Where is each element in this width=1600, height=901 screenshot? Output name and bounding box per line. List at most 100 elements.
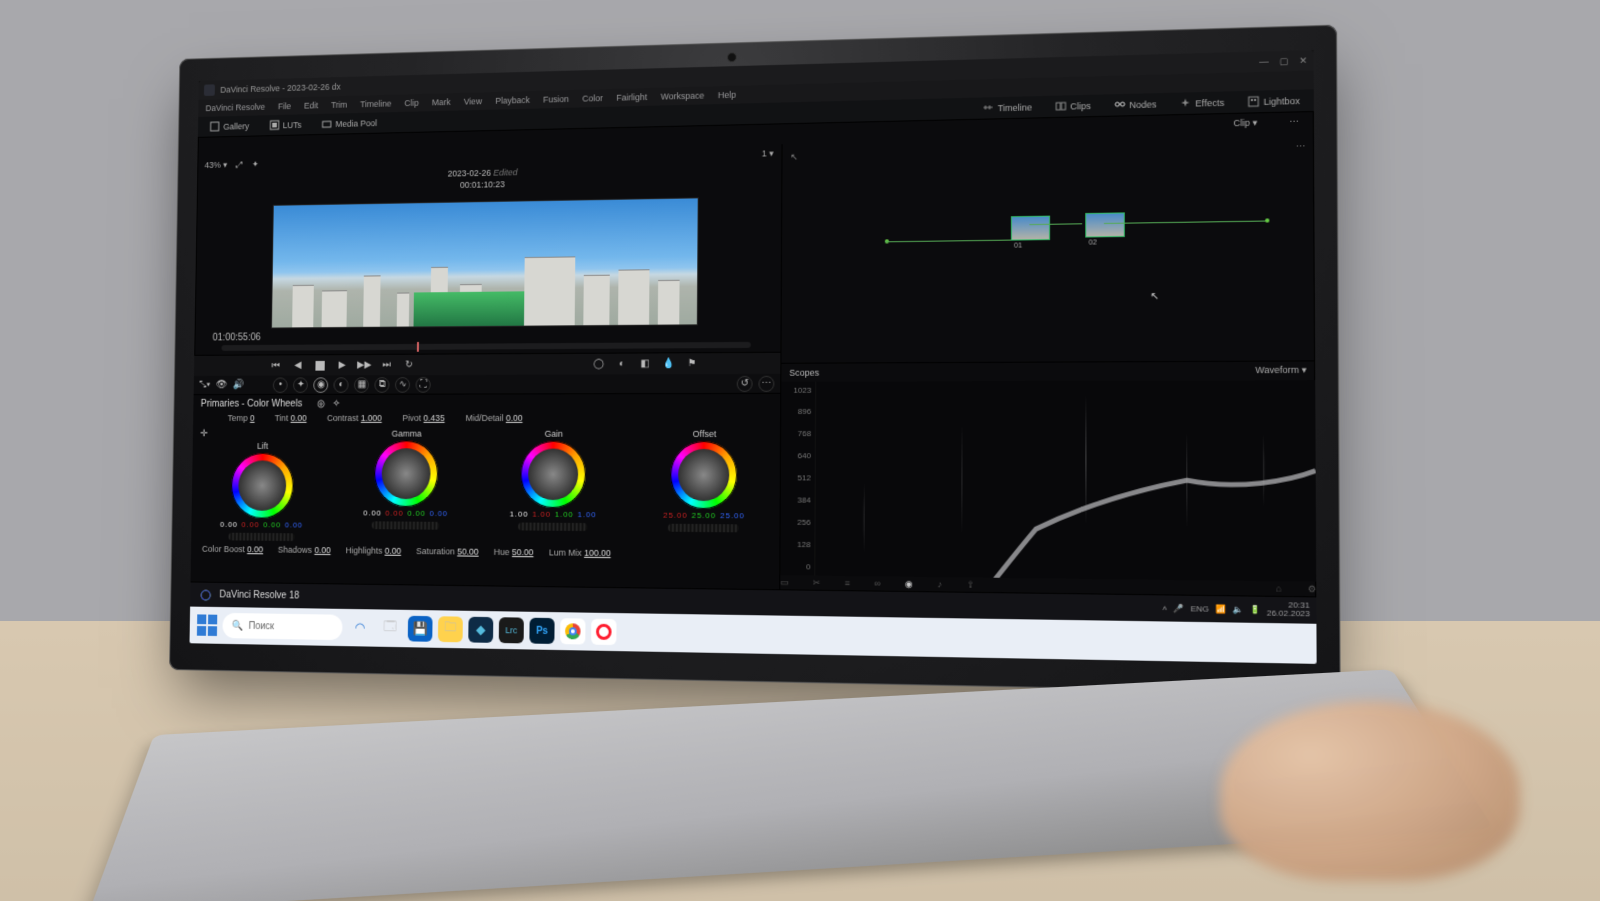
home-icon[interactable]: ⌂ — [1276, 583, 1282, 594]
tray-chevron-icon[interactable]: ˄ — [1162, 603, 1167, 612]
menu-item[interactable]: DaVinci Resolve — [205, 102, 265, 113]
target-icon[interactable]: ✛ — [200, 429, 208, 440]
page-cut-icon[interactable]: ✂ — [813, 577, 821, 588]
eye-icon[interactable]: 👁 — [216, 380, 228, 391]
page-edit-icon[interactable]: ≡ — [845, 578, 850, 588]
maximize-icon[interactable]: ▢ — [1279, 55, 1288, 67]
mode-dot[interactable]: ⧉ — [375, 377, 390, 393]
zoom-level[interactable]: 43% ▾ — [205, 159, 228, 170]
minimize-icon[interactable]: — — [1259, 56, 1269, 68]
color-wheel[interactable] — [671, 441, 738, 509]
taskbar-search[interactable]: 🔍 Поиск — [222, 613, 342, 640]
play-icon[interactable]: ▶ — [335, 358, 348, 372]
opera-icon[interactable] — [591, 619, 616, 645]
tab-nodes[interactable]: Nodes — [1107, 95, 1164, 114]
picker-icon[interactable]: ⤡▾ — [199, 380, 210, 391]
file-explorer-icon[interactable]: 🗀 — [438, 616, 463, 642]
step-fwd-icon[interactable]: ▶▶ — [358, 358, 371, 372]
tool-split-icon[interactable]: ◐ — [615, 357, 629, 371]
node[interactable] — [1011, 216, 1050, 241]
jog-wheel[interactable] — [518, 523, 587, 532]
volume-icon[interactable]: 🔈 — [1232, 604, 1243, 614]
wheel-mode-icon[interactable]: ✧ — [332, 399, 340, 410]
last-frame-icon[interactable]: ⏭ — [380, 358, 393, 372]
mode-dot[interactable]: ✦ — [293, 377, 308, 392]
color-wheel[interactable] — [230, 453, 293, 519]
wheel-values[interactable]: 25.0025.0025.00 — [663, 511, 745, 521]
color-wheel[interactable] — [520, 441, 586, 509]
lummix-param[interactable]: Lum Mix 100.00 — [549, 548, 611, 559]
app-icon[interactable]: 🗔 — [378, 615, 403, 641]
lang-indicator[interactable]: ENG — [1191, 604, 1209, 614]
page-fusion-icon[interactable]: ∞ — [874, 578, 881, 588]
pivot-param[interactable]: Pivot 0.435 — [402, 413, 444, 423]
app-icon[interactable]: 💾 — [408, 616, 433, 642]
tint-param[interactable]: Tint 0.00 — [275, 413, 307, 423]
menu-item[interactable]: Playback — [495, 95, 530, 106]
saturation-param[interactable]: Saturation 50.00 — [416, 546, 479, 556]
node-graph[interactable]: ↖ — [781, 160, 1315, 364]
menu-item[interactable]: Color — [582, 93, 603, 103]
step-back-icon[interactable]: ◀ — [291, 359, 304, 373]
clip-index[interactable]: 1 ▾ — [762, 148, 774, 159]
menu-item[interactable]: Fairlight — [616, 92, 647, 103]
stop-icon[interactable] — [313, 359, 326, 373]
colorboost-param[interactable]: Color Boost 0.00 — [202, 544, 263, 554]
menu-item[interactable]: Fusion — [543, 94, 569, 104]
photoshop-icon[interactable]: Ps — [529, 618, 554, 644]
tab-luts[interactable]: LUTs — [263, 116, 308, 133]
mode-dot[interactable]: ⛶ — [416, 377, 431, 393]
close-icon[interactable]: ✕ — [1299, 55, 1307, 67]
menu-item[interactable]: Edit — [304, 101, 318, 111]
wheel-values[interactable]: 0.000.000.000.00 — [363, 509, 448, 518]
mode-dot[interactable]: ◉ — [314, 377, 329, 393]
page-color-icon[interactable]: ◉ — [905, 578, 913, 589]
options-icon[interactable]: ⋯ — [759, 375, 775, 391]
node[interactable] — [1086, 213, 1126, 238]
tab-effects[interactable]: Effects — [1172, 93, 1231, 112]
more-icon[interactable]: ⋯ — [1289, 116, 1299, 128]
tab-media-pool[interactable]: Media Pool — [315, 114, 384, 132]
contrast-param[interactable]: Contrast 1.000 — [327, 413, 382, 423]
lightroom-icon[interactable]: Lrc — [499, 617, 524, 643]
tool-flag-icon[interactable]: ⚑ — [685, 357, 699, 371]
menu-item[interactable]: View — [464, 96, 482, 106]
tab-timeline[interactable]: Timeline — [975, 98, 1039, 117]
clip-menu[interactable]: Clip ▾ — [1233, 117, 1257, 129]
menu-item[interactable]: Trim — [331, 100, 347, 110]
page-deliver-icon[interactable]: ⇪ — [967, 579, 975, 590]
hue-param[interactable]: Hue 50.00 — [494, 547, 534, 557]
mode-dot[interactable]: • — [273, 377, 288, 392]
battery-icon[interactable]: 🔋 — [1250, 604, 1261, 614]
wand-icon[interactable]: ✦ — [252, 159, 259, 170]
mode-dot[interactable]: ▦ — [354, 377, 369, 393]
menu-item[interactable]: Help — [718, 90, 736, 100]
app-icon[interactable]: ◠ — [348, 615, 373, 641]
menu-item[interactable]: Mark — [432, 97, 451, 107]
tab-lightbox[interactable]: Lightbox — [1240, 91, 1307, 110]
picker-icon[interactable]: ⤢ — [236, 159, 243, 170]
jog-wheel[interactable] — [228, 533, 294, 541]
loop-icon[interactable]: ↻ — [402, 358, 415, 372]
app-icon[interactable]: ◆ — [468, 617, 493, 643]
tool-wipe-icon[interactable]: ◧ — [638, 357, 652, 371]
page-media-icon[interactable]: ▭ — [780, 577, 789, 588]
color-wheel[interactable] — [374, 440, 439, 507]
gear-icon[interactable]: ⚙ — [1307, 583, 1316, 595]
tool-circle-icon[interactable]: ◯ — [592, 357, 606, 371]
menu-item[interactable]: Clip — [404, 98, 419, 108]
start-button[interactable] — [197, 614, 217, 636]
middetail-param[interactable]: Mid/Detail 0.00 — [465, 413, 522, 423]
first-frame-icon[interactable]: ⏮ — [269, 359, 282, 373]
tab-clips[interactable]: Clips — [1048, 97, 1099, 115]
dots-icon[interactable]: ⋯ — [1296, 141, 1306, 153]
tool-drop-icon[interactable]: 💧 — [662, 357, 676, 371]
reset-icon[interactable]: ↺ — [737, 375, 753, 391]
wheel-values[interactable]: 0.000.000.000.00 — [220, 520, 303, 529]
temp-param[interactable]: Temp 0 — [228, 413, 255, 423]
chrome-icon[interactable] — [560, 618, 585, 644]
shadows-param[interactable]: Shadows 0.00 — [278, 545, 331, 555]
menu-item[interactable]: Workspace — [661, 91, 705, 102]
highlights-param[interactable]: Highlights 0.00 — [345, 545, 401, 555]
page-fairlight-icon[interactable]: ♪ — [937, 579, 942, 589]
